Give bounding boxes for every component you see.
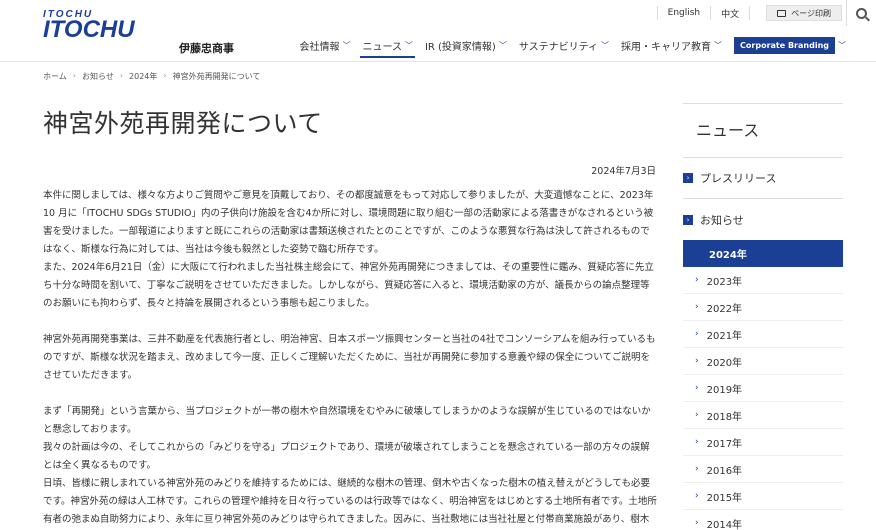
chevron-down-icon: ﹀: [498, 40, 507, 50]
corporate-branding-button[interactable]: Corporate Branding: [734, 36, 835, 54]
sidebar-year-2024[interactable]: 2024年: [683, 240, 843, 267]
sidebar-item-press-release[interactable]: › プレスリリース: [683, 158, 843, 199]
nav-label: 会社情報: [299, 41, 340, 53]
chevron-right-icon: ›: [695, 329, 699, 339]
breadcrumb-year[interactable]: 2024年: [129, 71, 157, 82]
search-icon: [856, 7, 867, 19]
search-button[interactable]: [846, 0, 876, 26]
chevron-right-icon: ›: [695, 464, 699, 474]
nav-label: IR (投資家情報): [424, 41, 496, 53]
sidebar-year-2015[interactable]: › 2015年: [683, 483, 843, 510]
sidebar-year-2019[interactable]: › 2019年: [683, 375, 843, 402]
global-nav: 会社情報 ﹀ ニュース ﹀ IR (投資家情報) ﹀ サステナビリティ ﹀ 採用・キャリ…: [293, 34, 846, 58]
article-paragraph: 神宮外苑再開発事業は、三井不動産を代表施行者とし、明治神宮、日本スポーツ振興セン…: [43, 334, 656, 381]
breadcrumb-home[interactable]: ホーム: [43, 71, 67, 82]
year-label: 2023年: [706, 276, 743, 288]
print-button[interactable]: ページ印刷: [766, 5, 842, 21]
chevron-right-icon: ›: [695, 383, 699, 393]
chevron-right-icon: ›: [695, 491, 699, 501]
year-label: 2020年: [706, 357, 743, 369]
lang-english-link[interactable]: English: [666, 8, 703, 18]
sidebar-year-2017[interactable]: › 2017年: [683, 429, 843, 456]
sidebar-year-2021[interactable]: › 2021年: [683, 321, 843, 348]
chevron-down-icon[interactable]: ﹀: [838, 40, 846, 51]
chevron-right-icon: ›: [695, 437, 699, 447]
divider: [710, 6, 712, 20]
year-label: 2018年: [706, 411, 743, 423]
sidebar: ニュース › プレスリリース › お知らせ 2024年 › 2023年 › 2022…: [683, 103, 843, 530]
divider: [656, 6, 658, 20]
year-label: 2016年: [706, 465, 743, 477]
logo-text: ITOCHU: [43, 16, 135, 43]
sidebar-heading[interactable]: ニュース: [683, 104, 843, 158]
article-paragraph: 我々の計画は今の、そしてこれからの「みどりを守る」プロジェクトであり、環境が破壊…: [43, 442, 650, 471]
article-paragraph: また、2024年6月21日（金）に大阪にて行われました当社株主総会にて、神宮外苑…: [43, 262, 654, 309]
year-label: 2024年: [709, 250, 747, 261]
chevron-right-icon: ›: [683, 214, 693, 225]
chevron-right-icon: ›: [163, 71, 167, 80]
article-date: 2024年7月3日: [591, 166, 656, 177]
year-label: 2019年: [706, 384, 743, 396]
breadcrumb: ホーム › お知らせ › 2024年 › 神宮外苑再開発について: [43, 71, 260, 82]
nav-label: サステナビリティ: [518, 41, 599, 53]
nav-company[interactable]: 会社情報 ﹀: [293, 34, 356, 56]
year-label: 2017年: [706, 438, 743, 450]
sidebar-item-label: プレスリリース: [700, 172, 777, 185]
divider: [749, 6, 751, 20]
utility-bar: English 中文 ページ印刷: [649, 0, 842, 26]
sidebar-year-2016[interactable]: › 2016年: [683, 456, 843, 483]
site-header: ITOCHU ITOCHU 伊藤忠商事 English 中文 ページ印刷 会社情…: [0, 0, 876, 62]
nav-sustainability[interactable]: サステナビリティ ﹀: [513, 34, 615, 56]
article-body: 本件に関しましては、様々な方よりご質問やご意見を頂戴しており、その都度誠意をもっ…: [43, 187, 658, 530]
chevron-down-icon: ﹀: [714, 40, 723, 50]
logo-mark: ITOCHU ITOCHU: [43, 10, 135, 43]
chevron-right-icon: ›: [695, 356, 699, 366]
year-label: 2014年: [706, 519, 743, 530]
nav-label: 採用・キャリア教育: [621, 41, 712, 53]
sidebar-year-2020[interactable]: › 2020年: [683, 348, 843, 375]
nav-label: ニュース: [362, 41, 402, 53]
sidebar-year-2014[interactable]: › 2014年: [683, 510, 843, 530]
article-paragraph: まず「再開発」という言葉から、当プロジェクトが一帯の樹木や自然環境をむやみに破壊…: [43, 406, 651, 435]
chevron-right-icon: ›: [695, 518, 699, 528]
chevron-right-icon: ›: [695, 302, 699, 312]
sidebar-year-2023[interactable]: › 2023年: [683, 267, 843, 294]
year-label: 2022年: [706, 303, 743, 315]
year-label: 2015年: [706, 492, 743, 504]
print-label: ページ印刷: [791, 8, 831, 18]
chevron-down-icon: ﹀: [342, 40, 351, 50]
sidebar-item-label: お知らせ: [700, 213, 744, 227]
chevron-right-icon: ›: [683, 173, 693, 183]
article-paragraph: 本件に関しましては、様々な方よりご質問やご意見を頂戴しており、その都度誠意をもっ…: [43, 190, 654, 255]
chevron-right-icon: ›: [695, 275, 699, 285]
sidebar-item-notices[interactable]: › お知らせ: [683, 199, 843, 240]
itochu-logo[interactable]: ITOCHU ITOCHU 伊藤忠商事: [43, 10, 234, 56]
sidebar-year-2018[interactable]: › 2018年: [683, 402, 843, 429]
nav-recruit[interactable]: 採用・キャリア教育 ﹀: [615, 34, 728, 56]
chevron-right-icon: ›: [72, 71, 76, 80]
sidebar-year-2022[interactable]: › 2022年: [683, 294, 843, 321]
nav-ir[interactable]: IR (投資家情報) ﹀: [419, 34, 513, 56]
chevron-down-icon: ﹀: [404, 40, 413, 50]
company-name-jp: 伊藤忠商事: [179, 42, 234, 55]
printer-icon: [777, 9, 787, 17]
chevron-right-icon: ›: [695, 410, 699, 420]
year-label: 2021年: [706, 330, 743, 342]
lang-chinese-link[interactable]: 中文: [719, 7, 741, 20]
chevron-down-icon: ﹀: [601, 40, 610, 50]
breadcrumb-current: 神宮外苑再開発について: [172, 72, 261, 81]
nav-news[interactable]: ニュース ﹀: [356, 34, 419, 58]
chevron-right-icon: ›: [119, 71, 124, 80]
breadcrumb-notices[interactable]: お知らせ: [82, 71, 114, 82]
page-title: 神宮外苑再開発について: [43, 109, 323, 138]
article-paragraph: 日頃、皆様に親しまれている神宮外苑のみどりを維持するためには、継続的な樹木の管理…: [43, 478, 657, 525]
